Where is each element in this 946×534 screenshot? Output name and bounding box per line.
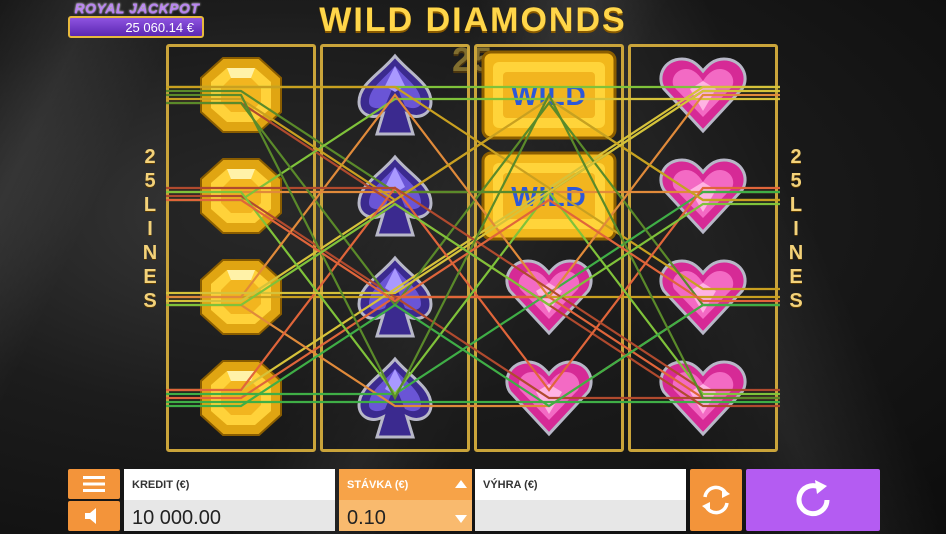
menu-button[interactable] [68,469,120,499]
lines-char: L [143,194,157,216]
jackpot-value: 25 060.14 € [68,16,204,38]
autoplay-icon [702,485,730,515]
win-label: VÝHRA (€) [483,479,538,491]
lines-char: N [788,242,804,264]
credit-value: 10 000.00 [132,507,221,529]
spin-icon [796,480,830,517]
bet-stepper [452,477,470,531]
lines-char: 5 [790,170,802,192]
lines-char: S [789,290,803,312]
jackpot-title: ROYAL JACKPOT [74,0,200,16]
bet-value: 0.10 [347,507,386,529]
lines-char: 2 [790,146,802,168]
lines-char: I [793,218,799,240]
autoplay-button[interactable] [690,469,742,531]
speaker-muted-icon [85,508,96,524]
bet-decrease-icon[interactable] [452,512,470,526]
royal-jackpot-banner: ROYAL JACKPOT 25 060.14 € [66,0,208,42]
credit-panel: KREDIT (€) 10 000.00 [124,469,335,531]
win-panel: VÝHRA (€) [475,469,686,531]
reel-grid: WILD WILD [166,44,780,452]
lines-char: 5 [144,170,156,192]
lines-char: N [142,242,158,264]
game-title: WILD DIAMONDS 25 [319,1,627,79]
spin-button[interactable] [746,469,880,531]
win-value-bg [475,500,686,531]
payline [166,303,780,408]
credit-label: KREDIT (€) [132,479,190,491]
hamburger-icon [83,476,105,492]
bet-panel: STÁVKA (€) 0.10 [339,469,472,531]
sound-button[interactable] [68,501,120,531]
lines-char: E [789,266,803,288]
paylines-overlay [166,85,780,408]
lines-char: E [143,266,157,288]
lines-char: I [147,218,153,240]
lines-char: S [143,290,157,312]
bet-increase-icon[interactable] [452,477,470,491]
bet-label: STÁVKA (€) [347,479,409,491]
payline [166,92,780,401]
lines-char: L [789,194,803,216]
lines-label-right: 2 5 L I N E S [784,145,808,313]
lines-char: 2 [144,146,156,168]
payline [166,89,780,194]
control-bar: KREDIT (€) 10 000.00 STÁVKA (€) 0.10 VÝH… [0,466,946,534]
lines-label-left: 2 5 L I N E S [138,145,162,313]
